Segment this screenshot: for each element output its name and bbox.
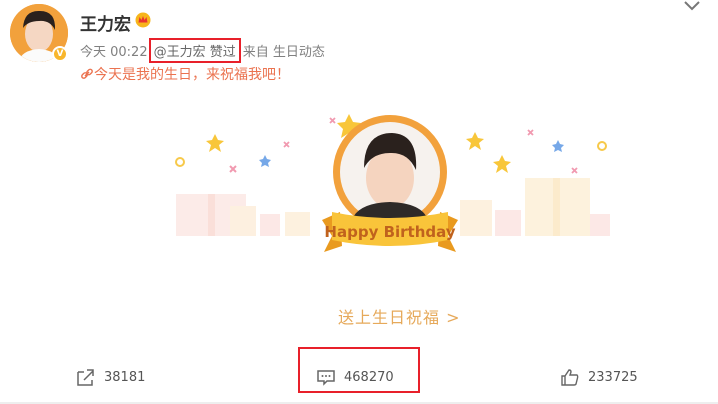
author-name[interactable]: 王力宏 bbox=[80, 10, 131, 35]
liked-by-label[interactable]: @王力宏 赞过 bbox=[154, 45, 236, 60]
send-birthday-wish-link[interactable]: 送上生日祝福 > bbox=[338, 304, 461, 328]
share-icon bbox=[77, 369, 94, 386]
thumbs-up-icon bbox=[561, 369, 579, 386]
repost-button[interactable]: 38181 bbox=[76, 368, 145, 386]
comment-icon bbox=[317, 370, 335, 386]
post-text: 今天是我的生日，来祝福我吧！ bbox=[80, 64, 290, 84]
happy-birthday-text: Happy Birthday bbox=[324, 223, 455, 241]
link-icon bbox=[81, 68, 93, 79]
comment-count: 468270 bbox=[344, 369, 394, 385]
post-meta: 今天 00:22 @王力宏 赞过 来自 生日动态 bbox=[80, 38, 325, 63]
comment-button[interactable]: 468270 bbox=[316, 368, 394, 386]
repost-count: 38181 bbox=[104, 369, 146, 385]
birthday-card-image[interactable]: Happy Birthday bbox=[160, 100, 620, 270]
birthday-portrait bbox=[333, 115, 447, 229]
post-time[interactable]: 今天 00:22 bbox=[80, 45, 148, 60]
happy-birthday-ribbon: Happy Birthday bbox=[322, 212, 458, 252]
post-source[interactable]: 来自 生日动态 bbox=[243, 45, 325, 60]
like-count: 233725 bbox=[588, 369, 638, 385]
chevron-down-icon[interactable] bbox=[683, 0, 701, 12]
liked-by-highlight: @王力宏 赞过 bbox=[148, 38, 241, 63]
vip-crown-icon bbox=[135, 12, 151, 28]
like-button[interactable]: 233725 bbox=[560, 368, 638, 386]
verified-badge-icon: V bbox=[52, 46, 68, 62]
post-text-content[interactable]: 今天是我的生日，来祝福我吧！ bbox=[94, 67, 290, 83]
